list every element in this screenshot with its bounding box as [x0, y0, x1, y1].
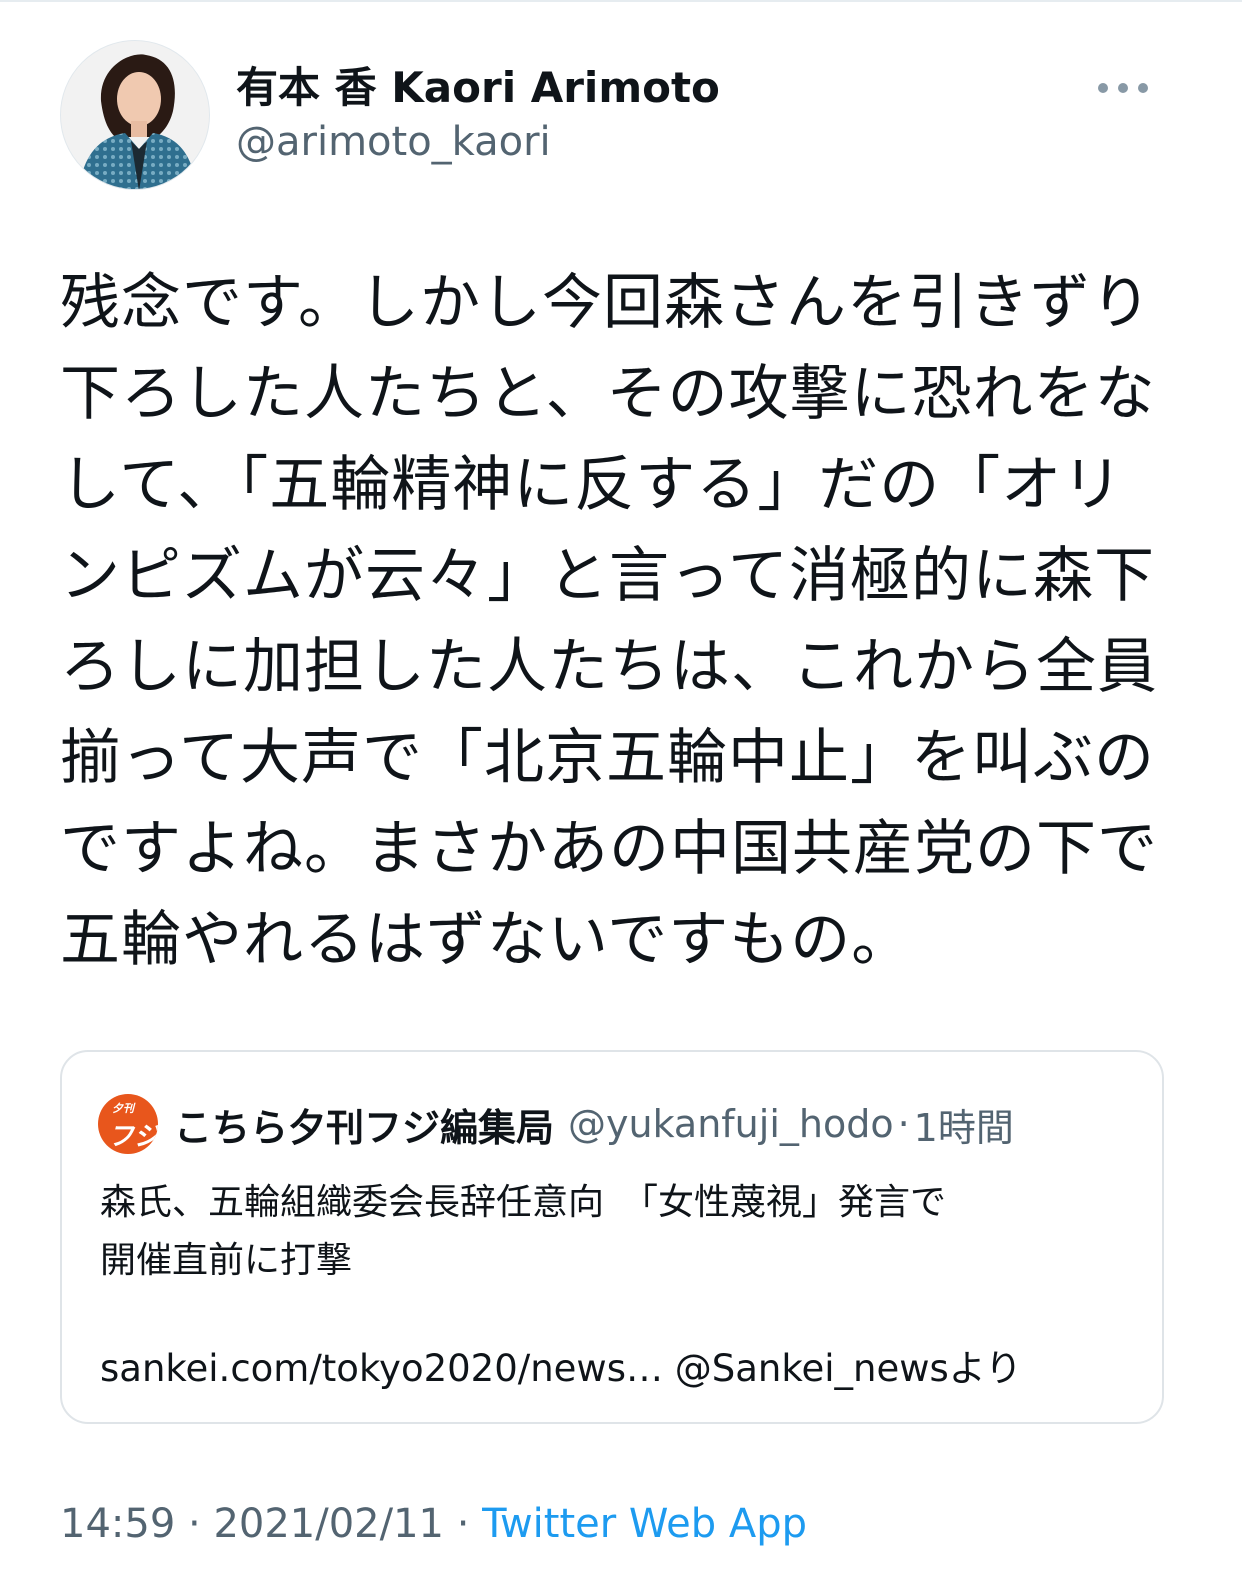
tweet-time[interactable]: 14:59 — [60, 1501, 175, 1547]
dot — [1138, 83, 1148, 93]
author-handle[interactable]: @arimoto_kaori — [236, 116, 720, 168]
quoted-tweet-card[interactable]: 夕刊 フジ こちら夕刊フジ編集局 @yukanfuji_hodo · 1時間 森… — [60, 1050, 1164, 1424]
profile-photo-icon — [61, 41, 209, 189]
avatar-text-big: フジ — [108, 1122, 158, 1152]
author-avatar[interactable] — [60, 40, 210, 190]
quoted-tweet-header: 夕刊 フジ こちら夕刊フジ編集局 @yukanfuji_hodo · 1時間 — [98, 1094, 1014, 1154]
quoted-tweet-text: 森氏、五輪組織委会長辞任意向 「女性蔑視」発言で 開催直前に打撃 — [100, 1174, 1130, 1290]
author-display-name[interactable]: 有本 香 Kaori Arimoto — [236, 60, 720, 116]
quoted-author-handle: @yukanfuji_hodo — [568, 1102, 894, 1146]
tweet-text: 残念です。しかし今回森さんを引きずり下ろした人たちと、その攻撃に恐れをなして、「… — [60, 268, 1158, 975]
quoted-tweet-time: 1時間 — [913, 1105, 1014, 1150]
avatar-text-small: 夕刊 — [112, 1102, 134, 1115]
dot — [1098, 83, 1108, 93]
more-options-icon[interactable] — [1098, 76, 1148, 100]
tweet-meta: 14:59 · 2021/02/11 · Twitter Web App — [60, 1496, 807, 1552]
tweet-date[interactable]: 2021/02/11 — [213, 1501, 444, 1547]
separator-dot: · — [175, 1501, 214, 1547]
dot — [1118, 83, 1128, 93]
quoted-text-line: 開催直前に打撃 — [100, 1240, 353, 1281]
author-info: 有本 香 Kaori Arimoto @arimoto_kaori — [236, 60, 720, 168]
quoted-text-line: 森氏、五輪組織委会長辞任意向 「女性蔑視」発言で — [100, 1182, 947, 1223]
quoted-author-name: こちら夕刊フジ編集局 — [174, 1105, 555, 1150]
separator-dot: · — [897, 1102, 910, 1146]
tweet-detail: 有本 香 Kaori Arimoto @arimoto_kaori 残念です。し… — [0, 0, 1242, 1591]
quoted-tweet-link[interactable]: sankei.com/tokyo2020/news… @Sankei_newsよ… — [100, 1340, 1022, 1398]
separator-dot: · — [443, 1501, 483, 1547]
quoted-author-avatar: 夕刊 フジ — [98, 1094, 158, 1154]
tweet-source-link[interactable]: Twitter Web App — [482, 1501, 807, 1547]
